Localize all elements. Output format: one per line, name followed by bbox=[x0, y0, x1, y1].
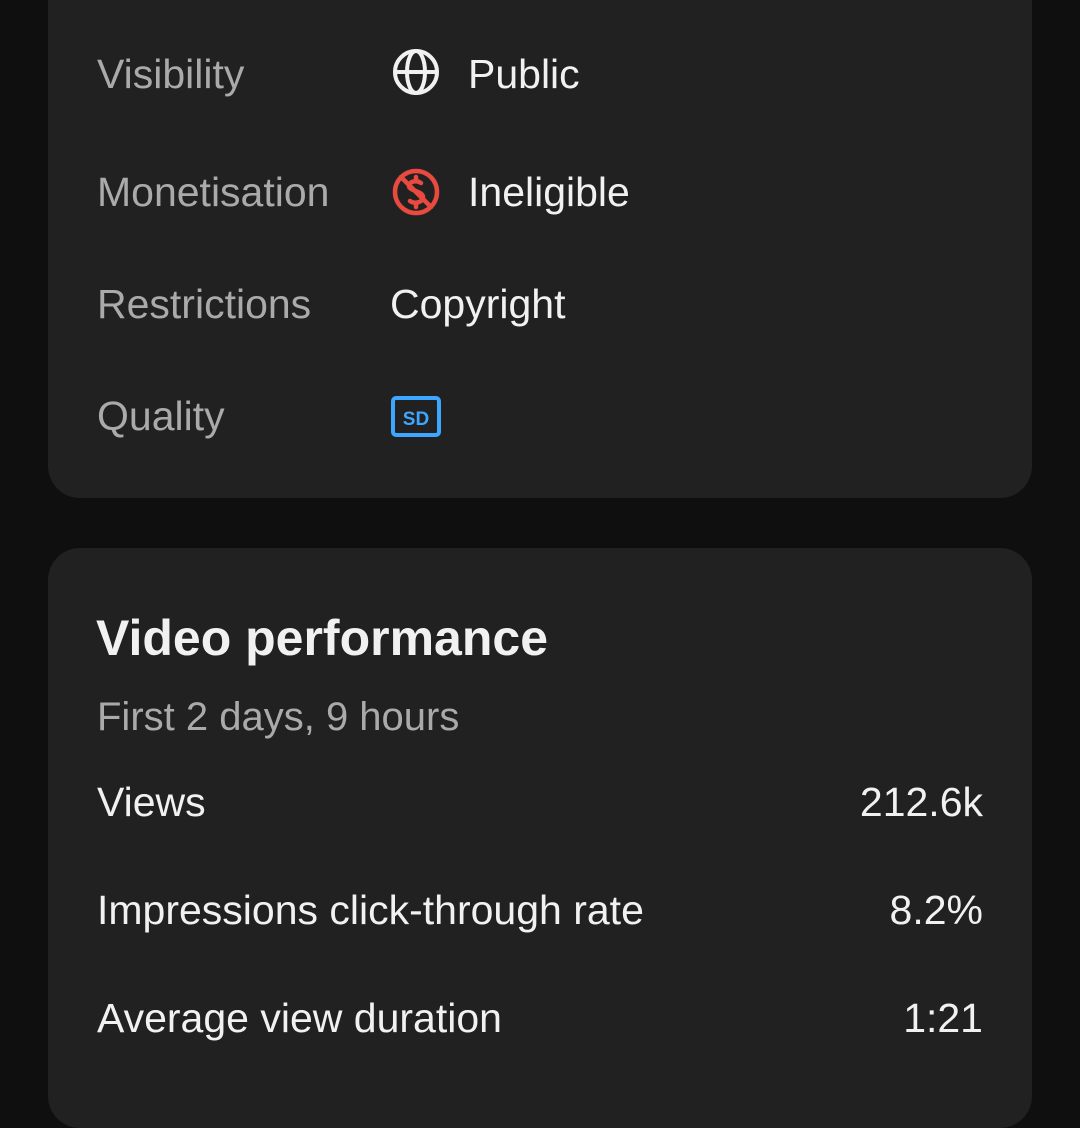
monetisation-label: Monetisation bbox=[97, 169, 330, 215]
metric-value: 8.2% bbox=[889, 887, 983, 933]
restrictions-value[interactable]: Copyright bbox=[390, 280, 565, 328]
metric-label: Views bbox=[97, 779, 206, 825]
globe-icon bbox=[390, 46, 442, 98]
video-details-card: Visibility Public Monetisation Ineligibl… bbox=[48, 0, 1032, 498]
metric-label: Average view duration bbox=[97, 995, 502, 1041]
monetisation-value[interactable]: Ineligible bbox=[468, 168, 630, 216]
sd-badge-text: SD bbox=[403, 409, 429, 430]
metric-value: 212.6k bbox=[859, 779, 983, 825]
quality-label: Quality bbox=[97, 393, 225, 439]
visibility-value[interactable]: Public bbox=[468, 50, 580, 98]
video-performance-card[interactable]: Video performance First 2 days, 9 hours … bbox=[48, 548, 1032, 1128]
sd-quality-icon: SD bbox=[390, 391, 442, 443]
visibility-label: Visibility bbox=[97, 51, 245, 97]
performance-subtitle: First 2 days, 9 hours bbox=[97, 695, 460, 739]
performance-title: Video performance bbox=[96, 610, 549, 666]
metric-row-avg-view-duration[interactable]: Average view duration 1:21 bbox=[97, 994, 983, 1042]
metric-row-ctr[interactable]: Impressions click-through rate 8.2% bbox=[97, 886, 983, 934]
metric-label: Impressions click-through rate bbox=[97, 887, 644, 933]
monetisation-off-icon bbox=[390, 166, 442, 218]
metric-row-views[interactable]: Views 212.6k bbox=[97, 778, 983, 826]
restrictions-label: Restrictions bbox=[97, 281, 312, 327]
metric-value: 1:21 bbox=[903, 995, 983, 1041]
